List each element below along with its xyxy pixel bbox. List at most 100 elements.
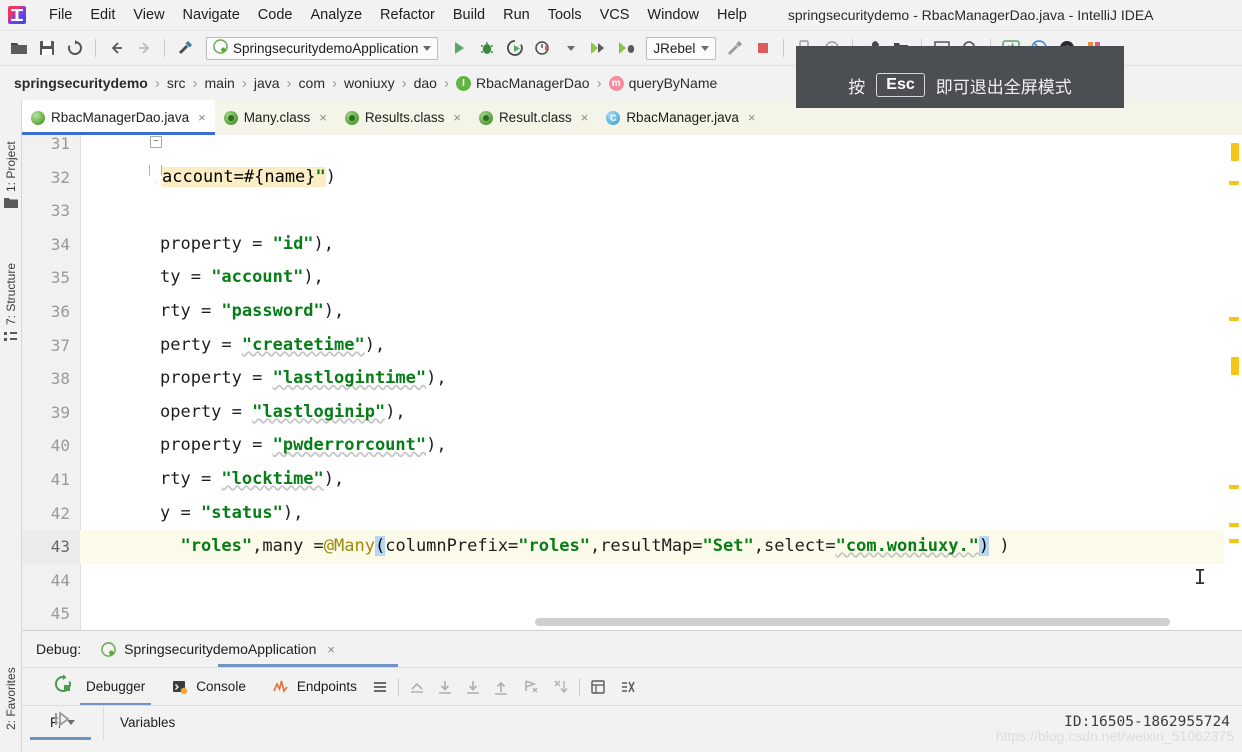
code-line-43: "roles",many =@Many(columnPrefix="roles"… (160, 530, 1010, 564)
chevron-down-icon[interactable] (701, 45, 710, 51)
navigate-back-icon[interactable] (103, 35, 129, 61)
open-folder-icon[interactable] (6, 35, 32, 61)
jrebel-run-icon[interactable] (586, 35, 612, 61)
line-number: 42 (50, 503, 70, 523)
breadcrumb-item-dao[interactable]: dao (410, 75, 441, 91)
editor-marker-gutter[interactable] (1224, 135, 1242, 630)
build-hammer-icon[interactable] (172, 35, 198, 61)
stop-icon[interactable] (750, 35, 776, 61)
mute-breakpoints-icon[interactable] (617, 676, 639, 698)
resume-program-icon[interactable] (52, 709, 74, 731)
endpoints-icon (270, 676, 292, 698)
debugger-tab-label: Debugger (86, 679, 146, 694)
menu-item-run[interactable]: Run (494, 5, 539, 25)
menu-item-view[interactable]: View (124, 5, 173, 25)
warning-marker[interactable] (1229, 539, 1239, 543)
code-token: ,resultMap= (589, 536, 703, 556)
close-icon[interactable]: × (748, 110, 756, 125)
editor-tab-many-class[interactable]: Many.class × (215, 100, 336, 135)
run-to-cursor-icon[interactable] (520, 676, 542, 698)
build-project-icon[interactable] (722, 35, 748, 61)
run-configuration-selector[interactable]: SpringsecuritydemoApplication (206, 36, 439, 60)
debug-session-name[interactable]: SpringsecuritydemoApplication (124, 641, 316, 657)
editor-tab-rbacmanagerdao[interactable]: RbacManagerDao.java × (22, 100, 215, 135)
menu-item-file[interactable]: File (40, 5, 81, 25)
breadcrumb-item-java[interactable]: java (250, 75, 284, 91)
tab-endpoints[interactable]: Endpoints (258, 668, 369, 706)
breadcrumb-item-src[interactable]: src (163, 75, 190, 91)
close-icon[interactable]: × (327, 642, 335, 657)
menu-item-refactor[interactable]: Refactor (371, 5, 444, 25)
close-icon[interactable]: × (581, 110, 589, 125)
profiler-icon[interactable] (530, 35, 556, 61)
menu-item-edit[interactable]: Edit (81, 5, 124, 25)
profiler-dropdown-icon[interactable] (558, 35, 584, 61)
editor-tab-results-class[interactable]: Results.class × (336, 100, 470, 135)
code-editor[interactable]: 31 32 33 34 35 36 37 38 39 40 41 42 43 4… (22, 135, 1242, 630)
editor-tab-result-class[interactable]: Result.class × (470, 100, 597, 135)
line-number: 31 (50, 135, 70, 153)
menu-item-analyze[interactable]: Analyze (301, 5, 371, 25)
breadcrumb-item-rbacmanagerdao[interactable]: I RbacManagerDao (452, 75, 594, 91)
warning-marker[interactable] (1229, 317, 1239, 321)
rerun-icon[interactable] (52, 673, 76, 697)
warning-marker[interactable] (1231, 143, 1239, 161)
run-with-coverage-icon[interactable] (502, 35, 528, 61)
breadcrumb-item-project[interactable]: springsecuritydemo (10, 75, 152, 91)
evaluate-expression-icon[interactable] (587, 676, 609, 698)
close-icon[interactable]: × (319, 110, 327, 125)
menu-item-help[interactable]: Help (708, 5, 756, 25)
save-all-icon[interactable] (34, 35, 60, 61)
warning-marker[interactable] (1229, 485, 1239, 489)
sidebar-item-project[interactable]: 1: Project (0, 108, 22, 192)
breadcrumb-item-main[interactable]: main (201, 75, 239, 91)
close-icon[interactable]: × (453, 110, 461, 125)
menu-item-tools[interactable]: Tools (539, 5, 591, 25)
debug-icon[interactable] (474, 35, 500, 61)
breadcrumb-label: queryByName (628, 75, 718, 91)
warning-marker[interactable] (1229, 181, 1239, 185)
breadcrumb-item-querybyname[interactable]: m queryByName (605, 75, 722, 91)
menu-bar: File Edit View Navigate Code Analyze Ref… (0, 0, 1242, 31)
breadcrumb-item-woniuxy[interactable]: woniuxy (340, 75, 399, 91)
line-number: 37 (50, 335, 70, 355)
jrebel-debug-icon[interactable] (614, 35, 640, 61)
menu-item-vcs[interactable]: VCS (591, 5, 639, 25)
jrebel-selector[interactable]: JRebel (646, 36, 717, 60)
editor-tab-rbacmanager-java[interactable]: C RbacManager.java × (597, 100, 764, 135)
menu-item-build[interactable]: Build (444, 5, 494, 25)
interface-icon (31, 110, 45, 125)
drop-frame-icon[interactable] (550, 676, 572, 698)
code-token: "roles" (180, 536, 253, 556)
warning-marker[interactable] (1231, 357, 1239, 375)
run-icon[interactable] (446, 35, 472, 61)
chevron-down-icon[interactable] (423, 45, 432, 51)
step-out-icon[interactable] (406, 676, 428, 698)
navigate-forward-icon[interactable] (131, 35, 157, 61)
breadcrumb-separator: › (332, 74, 337, 92)
code-line-38: property = "lastlogintime"), (160, 368, 447, 389)
editor-horizontal-scrollbar[interactable] (80, 618, 1202, 626)
scrollbar-thumb[interactable] (535, 618, 1170, 626)
line-number: 34 (50, 234, 70, 254)
force-step-into-icon[interactable] (490, 676, 512, 698)
code-lines[interactable]: account=#{name}") property = "id"), ty =… (82, 135, 1224, 630)
breadcrumb-item-com[interactable]: com (295, 75, 329, 91)
warning-marker[interactable] (1229, 523, 1239, 527)
menu-lines-icon[interactable] (369, 676, 391, 698)
debug-tool-window: Debug: SpringsecuritydemoApplication × D… (22, 630, 1242, 752)
menu-item-navigate[interactable]: Navigate (174, 5, 249, 25)
watermark-text: https://blog.csdn.net/weixin_51062375 (995, 728, 1234, 744)
menu-item-window[interactable]: Window (638, 5, 708, 25)
step-over-icon[interactable] (434, 676, 456, 698)
fullscreen-hint-overlay: 按 Esc 即可退出全屏模式 (796, 62, 1124, 108)
close-icon[interactable]: × (198, 110, 206, 125)
sidebar-item-structure[interactable]: 7: Structure (0, 225, 22, 325)
step-into-icon[interactable] (462, 676, 484, 698)
sidebar-item-favorites[interactable]: 2: Favorites (0, 648, 22, 730)
tab-console[interactable]: Console (157, 668, 258, 706)
tab-debugger[interactable]: Debugger (74, 668, 157, 706)
menu-item-code[interactable]: Code (249, 5, 302, 25)
sync-refresh-icon[interactable] (62, 35, 88, 61)
